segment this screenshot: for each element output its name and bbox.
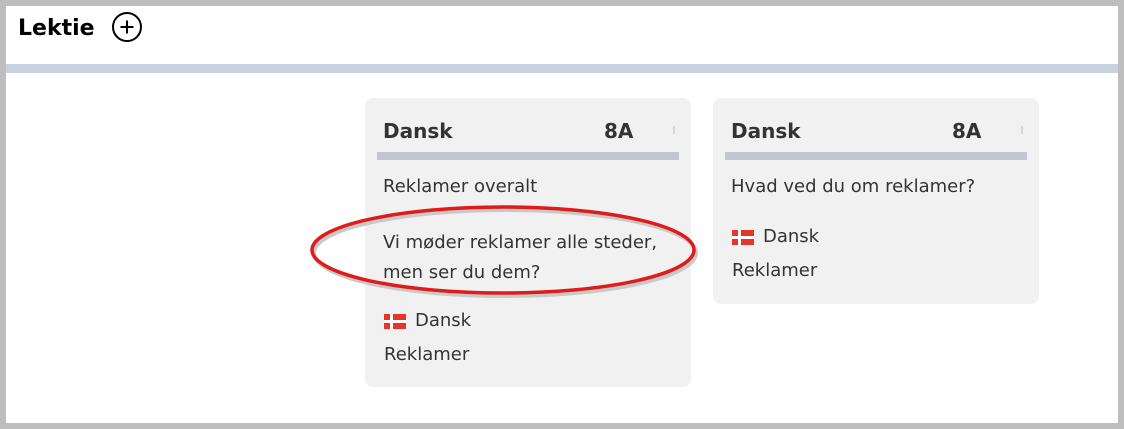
header-divider xyxy=(6,64,1118,73)
card-title: Reklamer overalt xyxy=(383,176,538,197)
flag-denmark-icon xyxy=(384,313,406,329)
card-class: 8A xyxy=(952,119,982,143)
homework-card[interactable]: Dansk 8A Reklamer overalt Vi møder rekla… xyxy=(365,98,691,387)
card-divider xyxy=(725,152,1027,160)
card-subject: Dansk xyxy=(383,119,453,143)
card-title: Hvad ved du om reklamer? xyxy=(731,176,976,197)
card-class: 8A xyxy=(604,119,634,143)
header: Lektie xyxy=(6,6,1118,64)
card-language-label: Dansk xyxy=(763,226,820,247)
plus-circle-icon xyxy=(120,20,134,34)
card-divider-mark xyxy=(1021,126,1023,134)
card-tag: Reklamer xyxy=(732,260,818,281)
card-description: Vi møder reklamer alle steder, men ser d… xyxy=(383,232,658,283)
homework-card[interactable]: Dansk 8A Hvad ved du om reklamer? Dansk … xyxy=(713,98,1039,304)
add-homework-button[interactable] xyxy=(112,12,142,42)
card-language-label: Dansk xyxy=(415,310,472,331)
app-frame: Lektie Dansk 8A Reklamer overalt Vi møde… xyxy=(6,6,1118,423)
card-divider-mark xyxy=(673,126,675,134)
card-language: Dansk xyxy=(732,224,819,250)
page-title: Lektie xyxy=(18,16,95,41)
card-divider xyxy=(377,152,679,160)
card-language: Dansk xyxy=(384,308,471,334)
flag-denmark-icon xyxy=(732,229,754,245)
card-tag: Reklamer xyxy=(384,344,470,365)
card-subject: Dansk xyxy=(731,119,801,143)
